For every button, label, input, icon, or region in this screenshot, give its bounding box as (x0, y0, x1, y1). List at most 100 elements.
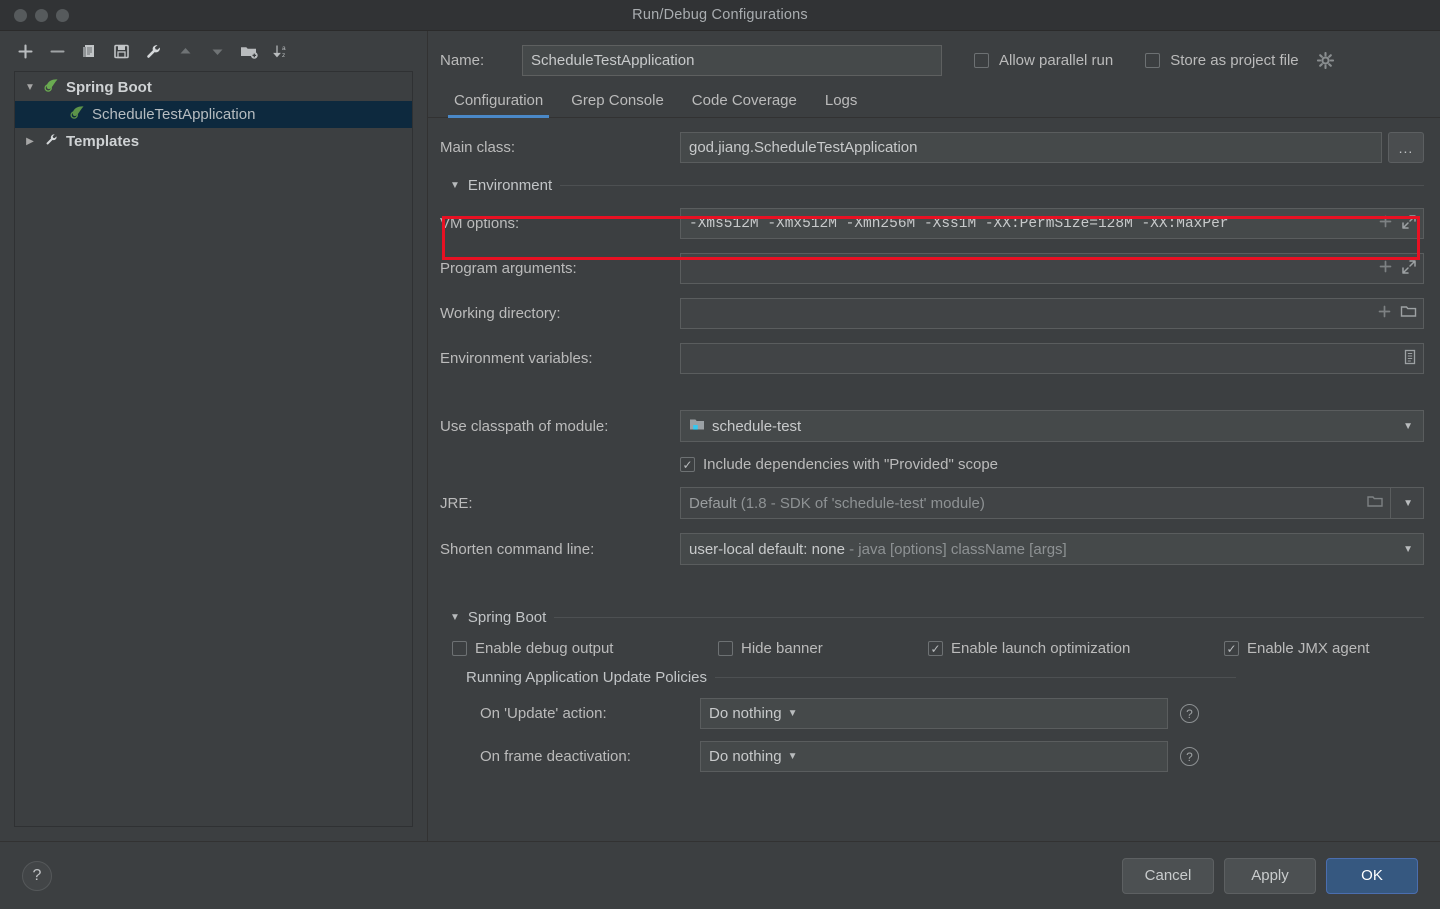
svg-text:z: z (282, 52, 285, 59)
on-frame-deactivation-row: On frame deactivation: Do nothing ▼ ? (440, 741, 1424, 772)
chevron-down-icon[interactable]: ▼ (1397, 498, 1419, 509)
chevron-down-icon[interactable]: ▼ (23, 82, 37, 93)
insert-macro-icon[interactable] (1378, 259, 1393, 278)
main-class-label: Main class: (440, 139, 516, 156)
ok-button[interactable]: OK (1326, 857, 1418, 894)
help-icon[interactable]: ? (1180, 704, 1199, 723)
spring-leaf-icon (69, 105, 86, 124)
shorten-value-detail: - java [options] className [args] (849, 540, 1067, 558)
name-label: Name: (440, 52, 485, 69)
spring-boot-section-title: Spring Boot (467, 609, 547, 626)
chevron-down-icon[interactable]: ▼ (782, 751, 804, 762)
on-update-action-combo[interactable]: Do nothing ▼ (700, 698, 1168, 729)
tab-grep-console[interactable]: Grep Console (557, 86, 678, 117)
on-frame-deactivation-combo[interactable]: Do nothing ▼ (700, 741, 1168, 772)
editor-tabs: Configuration Grep Console Code Coverage… (428, 86, 1440, 118)
working-directory-row: Working directory: (440, 298, 1424, 329)
cancel-button[interactable]: Cancel (1122, 857, 1214, 894)
arrow-up-icon[interactable] (170, 37, 200, 65)
apply-button[interactable]: Apply (1224, 857, 1316, 894)
include-provided-group[interactable]: ✓ Include dependencies with "Provided" s… (680, 456, 998, 473)
save-icon[interactable] (106, 37, 136, 65)
wrench-icon (43, 132, 60, 151)
jre-combo[interactable]: Default (1.8 - SDK of 'schedule-test' mo… (680, 487, 1424, 519)
minimize-button[interactable] (35, 8, 48, 22)
working-directory-field[interactable] (680, 298, 1424, 329)
sort-az-icon[interactable]: a z (266, 37, 296, 65)
insert-macro-icon[interactable] (1377, 304, 1392, 323)
expand-editor-icon[interactable] (1401, 214, 1417, 234)
allow-parallel-run-group[interactable]: Allow parallel run (974, 52, 1113, 69)
add-button[interactable] (10, 37, 40, 65)
tab-code-coverage[interactable]: Code Coverage (678, 86, 811, 117)
on-update-action-row: On 'Update' action: Do nothing ▼ ? (440, 698, 1424, 729)
module-folder-icon (689, 417, 706, 436)
browse-folder-icon[interactable] (1366, 494, 1384, 513)
vm-options-field[interactable]: -Xms512M -Xmx512M -Xmn256M -Xss1M -XX:Pe… (680, 208, 1424, 239)
help-icon[interactable]: ? (1180, 747, 1199, 766)
environment-variables-row: Environment variables: (440, 343, 1424, 374)
hide-banner-group[interactable]: Hide banner (718, 640, 928, 657)
expand-editor-icon[interactable] (1401, 259, 1417, 279)
main-class-field[interactable]: god.jiang.ScheduleTestApplication (680, 132, 1382, 163)
include-provided-checkbox[interactable]: ✓ (680, 457, 695, 472)
folder-add-icon[interactable] (234, 37, 264, 65)
environment-section-header[interactable]: ▼ Environment (450, 177, 1424, 194)
main-class-browse-button[interactable]: ... (1388, 132, 1424, 163)
help-button[interactable]: ? (22, 860, 52, 891)
dialog-footer: ? Cancel Apply OK (0, 841, 1440, 909)
maximize-button[interactable] (56, 8, 69, 22)
use-classpath-combo[interactable]: schedule-test ▼ (680, 410, 1424, 442)
tree-node-templates[interactable]: ▶ Templates (15, 128, 412, 155)
environment-variables-icons (1403, 349, 1417, 369)
allow-parallel-run-checkbox[interactable] (974, 53, 989, 68)
arrow-down-icon[interactable] (202, 37, 232, 65)
name-row: Name: Allow parallel run Store as projec… (428, 31, 1440, 82)
store-as-project-file-group[interactable]: Store as project file (1145, 52, 1334, 69)
section-divider (554, 617, 1424, 618)
enable-jmx-agent-checkbox[interactable]: ✓ (1224, 641, 1239, 656)
form-spacer-2 (440, 579, 1424, 603)
tab-configuration[interactable]: Configuration (440, 86, 557, 118)
svg-text:a: a (282, 45, 286, 52)
enable-debug-output-label: Enable debug output (475, 640, 614, 657)
enable-debug-output-checkbox[interactable] (452, 641, 467, 656)
store-as-project-file-checkbox[interactable] (1145, 53, 1161, 68)
browse-folder-icon[interactable] (1400, 304, 1417, 323)
run-debug-configurations-window: Run/Debug Configurations a z ▼ Spring Bo… (0, 0, 1440, 909)
tree-node-scheduletestapplication[interactable]: ScheduleTestApplication (15, 101, 412, 128)
chevron-down-icon[interactable]: ▼ (450, 180, 460, 191)
configurations-panel: a z ▼ Spring Boot ScheduleTestApplicatio… (0, 31, 428, 841)
shorten-command-line-combo[interactable]: user-local default: none - java [options… (680, 533, 1424, 565)
wrench-icon[interactable] (138, 37, 168, 65)
environment-variables-field[interactable] (680, 343, 1424, 374)
remove-button[interactable] (42, 37, 72, 65)
chevron-down-icon[interactable]: ▼ (1397, 544, 1419, 555)
enable-launch-optimization-checkbox[interactable]: ✓ (928, 641, 943, 656)
shorten-value: user-local default: none (689, 540, 845, 558)
tab-logs[interactable]: Logs (811, 86, 872, 117)
configurations-tree[interactable]: ▼ Spring Boot ScheduleTestApplication ▶ … (14, 71, 413, 827)
chevron-down-icon[interactable]: ▼ (1397, 421, 1419, 432)
vm-options-value: -Xms512M -Xmx512M -Xmn256M -Xss1M -XX:Pe… (689, 215, 1229, 232)
copy-icon[interactable] (74, 37, 104, 65)
chevron-down-icon[interactable]: ▼ (782, 708, 804, 719)
enable-jmx-agent-group[interactable]: ✓ Enable JMX agent (1224, 640, 1370, 657)
enable-launch-optimization-group[interactable]: ✓ Enable launch optimization (928, 640, 1224, 657)
gear-icon[interactable] (1316, 52, 1334, 69)
shorten-command-line-label: Shorten command line: (440, 540, 595, 558)
enable-debug-output-group[interactable]: Enable debug output (452, 640, 718, 657)
edit-variables-icon[interactable] (1403, 349, 1417, 369)
spring-boot-section-header[interactable]: ▼ Spring Boot (450, 609, 1424, 626)
program-arguments-field[interactable] (680, 253, 1424, 284)
chevron-down-icon[interactable]: ▼ (450, 612, 460, 623)
configuration-editor-panel: Name: Allow parallel run Store as projec… (428, 31, 1440, 841)
hide-banner-checkbox[interactable] (718, 641, 733, 656)
close-button[interactable] (14, 8, 27, 22)
tree-node-spring-boot[interactable]: ▼ Spring Boot (15, 74, 412, 101)
section-divider (560, 185, 1424, 186)
chevron-right-icon[interactable]: ▶ (23, 136, 37, 147)
name-input[interactable] (522, 45, 942, 76)
on-update-action-value: Do nothing (709, 705, 782, 722)
insert-macro-icon[interactable] (1378, 214, 1393, 233)
